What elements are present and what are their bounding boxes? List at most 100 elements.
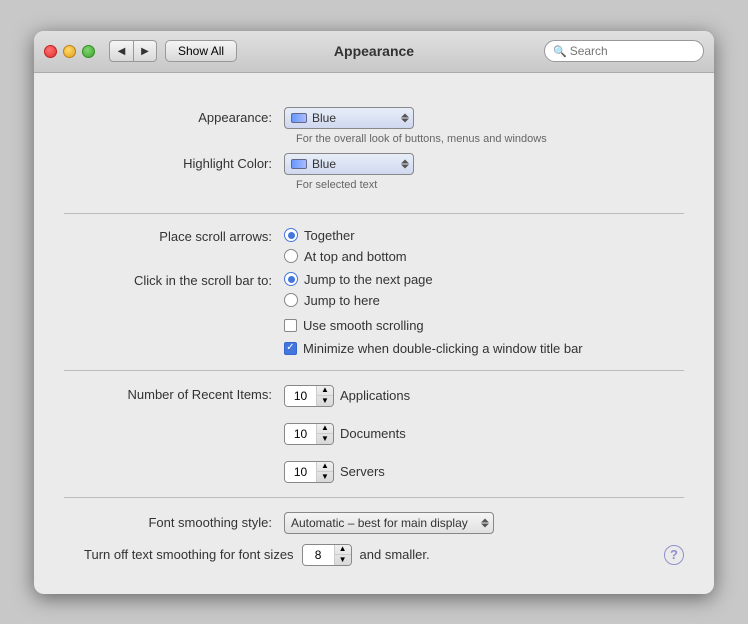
search-input[interactable] — [570, 44, 695, 58]
documents-stepper[interactable]: 10 ▲ ▼ — [284, 423, 334, 445]
minimize-checkbox[interactable] — [284, 342, 297, 355]
next-page-radio[interactable] — [284, 272, 298, 286]
servers-stepper[interactable]: 10 ▲ ▼ — [284, 461, 334, 483]
minimize-label: Minimize when double-clicking a window t… — [303, 341, 583, 356]
applications-label: Applications — [340, 388, 410, 403]
text-smooth-label: Turn off text smoothing for font sizes — [84, 547, 294, 562]
arrow-down-icon — [401, 164, 409, 168]
smooth-scroll-row: Use smooth scrolling — [64, 318, 684, 333]
main-window: ◀ ▶ Show All Appearance 🔍 Appearance: Bl… — [34, 31, 714, 594]
scroll-bar-group: Jump to the next page Jump to here — [284, 272, 433, 308]
font-smooth-row: Font smoothing style: Automatic – best f… — [64, 512, 684, 534]
font-smooth-select[interactable]: Automatic – best for main display — [284, 512, 494, 534]
title-bar: ◀ ▶ Show All Appearance 🔍 — [34, 31, 714, 73]
scroll-section: Place scroll arrows: Together At top and… — [64, 214, 684, 371]
applications-step-up[interactable]: ▲ — [317, 386, 333, 396]
next-page-radio-row: Jump to the next page — [284, 272, 433, 287]
servers-value: 10 — [285, 462, 317, 482]
appearance-row: Appearance: Blue — [64, 107, 684, 129]
text-smooth-step-down[interactable]: ▼ — [335, 555, 351, 565]
appearance-section: Appearance: Blue For the overall look of… — [64, 93, 684, 214]
together-radio-row: Together — [284, 228, 407, 243]
highlight-label: Highlight Color: — [64, 156, 284, 171]
text-smooth-step-up[interactable]: ▲ — [335, 545, 351, 555]
minimize-button[interactable] — [63, 45, 76, 58]
search-icon: 🔍 — [553, 45, 567, 58]
arrow-down-icon — [401, 118, 409, 122]
arrow-up-icon — [401, 159, 409, 163]
highlight-select[interactable]: Blue — [284, 153, 414, 175]
top-bottom-radio-row: At top and bottom — [284, 249, 407, 264]
minimize-row: Minimize when double-clicking a window t… — [64, 341, 684, 356]
minimize-checkbox-row: Minimize when double-clicking a window t… — [284, 341, 583, 356]
scroll-arrows-group: Together At top and bottom — [284, 228, 407, 264]
forward-button[interactable]: ▶ — [133, 40, 157, 62]
servers-row: 10 ▲ ▼ Servers — [284, 461, 410, 483]
applications-stepper-arrows[interactable]: ▲ ▼ — [317, 386, 333, 406]
appearance-arrow — [401, 113, 409, 122]
highlight-value: Blue — [312, 157, 336, 171]
recent-items-controls: 10 ▲ ▼ Applications 10 ▲ — [284, 385, 410, 483]
font-smooth-value: Automatic – best for main display — [291, 516, 468, 530]
text-smooth-value: 8 — [303, 545, 335, 565]
recent-items-label: Number of Recent Items: — [64, 385, 284, 402]
applications-step-down[interactable]: ▼ — [317, 396, 333, 406]
recent-items-container: Number of Recent Items: 10 ▲ ▼ Applicati… — [64, 385, 684, 483]
appearance-label: Appearance: — [64, 110, 284, 125]
smooth-scroll-checkbox-row: Use smooth scrolling — [284, 318, 424, 333]
next-page-label: Jump to the next page — [304, 272, 433, 287]
scroll-bar-row: Click in the scroll bar to: Jump to the … — [64, 272, 684, 308]
back-button[interactable]: ◀ — [109, 40, 133, 62]
highlight-arrow — [401, 159, 409, 168]
smooth-scroll-checkbox[interactable] — [284, 319, 297, 332]
blue-swatch — [291, 113, 307, 123]
arrow-down-icon — [481, 523, 489, 527]
highlight-hint: For selected text — [296, 179, 684, 191]
servers-label: Servers — [340, 464, 385, 479]
together-label: Together — [304, 228, 355, 243]
documents-step-up[interactable]: ▲ — [317, 424, 333, 434]
window-title: Appearance — [334, 43, 414, 59]
arrow-up-icon — [481, 518, 489, 522]
jump-here-radio[interactable] — [284, 293, 298, 307]
appearance-select[interactable]: Blue — [284, 107, 414, 129]
highlight-row: Highlight Color: Blue — [64, 153, 684, 175]
recent-items-section: Number of Recent Items: 10 ▲ ▼ Applicati… — [64, 371, 684, 498]
servers-stepper-arrows[interactable]: ▲ ▼ — [317, 462, 333, 482]
scroll-bar-label: Click in the scroll bar to: — [64, 272, 284, 288]
jump-here-radio-row: Jump to here — [284, 293, 433, 308]
arrow-up-icon — [401, 113, 409, 117]
scroll-arrows-row: Place scroll arrows: Together At top and… — [64, 228, 684, 264]
together-radio[interactable] — [284, 228, 298, 242]
show-all-button[interactable]: Show All — [165, 40, 237, 62]
font-smooth-label: Font smoothing style: — [64, 515, 284, 530]
text-smooth-stepper-arrows[interactable]: ▲ ▼ — [335, 545, 351, 565]
top-bottom-label: At top and bottom — [304, 249, 407, 264]
scroll-arrows-label: Place scroll arrows: — [64, 228, 284, 244]
search-box[interactable]: 🔍 — [544, 40, 704, 62]
servers-step-up[interactable]: ▲ — [317, 462, 333, 472]
documents-row: 10 ▲ ▼ Documents — [284, 423, 410, 445]
font-section: Font smoothing style: Automatic – best f… — [64, 498, 684, 574]
documents-label: Documents — [340, 426, 406, 441]
smooth-scroll-label: Use smooth scrolling — [303, 318, 424, 333]
servers-step-down[interactable]: ▼ — [317, 472, 333, 482]
appearance-value: Blue — [312, 111, 336, 125]
documents-value: 10 — [285, 424, 317, 444]
text-smooth-row: Turn off text smoothing for font sizes 8… — [64, 544, 684, 566]
applications-row: 10 ▲ ▼ Applications — [284, 385, 410, 407]
text-smooth-stepper[interactable]: 8 ▲ ▼ — [302, 544, 352, 566]
top-bottom-radio[interactable] — [284, 249, 298, 263]
close-button[interactable] — [44, 45, 57, 58]
documents-stepper-arrows[interactable]: ▲ ▼ — [317, 424, 333, 444]
help-button[interactable]: ? — [664, 545, 684, 565]
applications-stepper[interactable]: 10 ▲ ▼ — [284, 385, 334, 407]
font-smooth-arrow — [481, 518, 489, 527]
traffic-lights — [44, 45, 95, 58]
appearance-hint: For the overall look of buttons, menus a… — [296, 133, 684, 145]
highlight-swatch — [291, 159, 307, 169]
nav-buttons: ◀ ▶ — [109, 40, 157, 62]
documents-step-down[interactable]: ▼ — [317, 434, 333, 444]
jump-here-label: Jump to here — [304, 293, 380, 308]
maximize-button[interactable] — [82, 45, 95, 58]
